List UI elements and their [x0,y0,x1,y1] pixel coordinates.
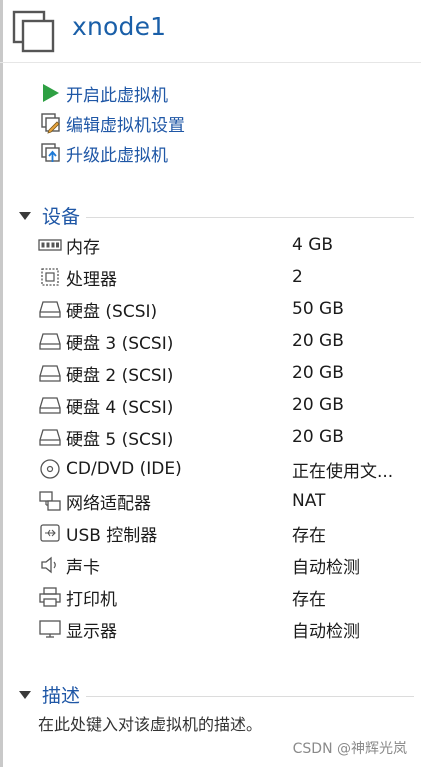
devices-section-title: 设备 [42,206,81,228]
printer-icon [39,587,61,607]
memory-icon [38,239,62,251]
device-name: USB 控制器 [66,525,158,546]
description-section-header[interactable]: 描述 [18,681,414,708]
device-name: 打印机 [66,589,117,610]
upgrade-vm-label: 升级此虚拟机 [66,145,168,166]
play-icon [43,84,59,102]
device-row-display[interactable]: 显示器 自动检测 [38,613,418,645]
device-row-printer[interactable]: 打印机 存在 [38,581,418,613]
speaker-icon [41,556,56,574]
device-row-network-adapter[interactable]: 网络适配器 NAT [38,485,418,517]
device-name: 硬盘 2 (SCSI) [66,365,174,386]
device-row-cd-dvd[interactable]: CD/DVD (IDE) 正在使用文... [38,453,418,485]
upgrade-icon [41,143,60,162]
harddisk-icon [39,333,61,350]
device-name: 网络适配器 [66,493,151,514]
device-value: 正在使用文... [292,461,394,482]
device-row-harddisk-4[interactable]: 硬盘 4 (SCSI) 20 GB [38,389,418,421]
device-name: 声卡 [66,557,100,578]
device-name: 显示器 [66,621,117,642]
vm-actions: 开启此虚拟机 编辑虚拟机设置 升级此虚拟机 [40,78,185,168]
harddisk-icon [39,429,61,446]
device-name: 硬盘 3 (SCSI) [66,333,174,354]
vm-name-title: xnode1 [72,12,167,41]
devices-section-header[interactable]: 设备 [18,202,414,229]
device-name: 硬盘 (SCSI) [66,301,158,322]
harddisk-icon [39,365,61,382]
device-value: 20 GB [292,395,344,415]
device-row-usb-controller[interactable]: USB 控制器 存在 [38,517,418,549]
collapse-triangle-icon [19,211,31,220]
device-list: 内存 4 GB 处理器 2 硬盘 (SCSI) 50 GB 硬盘 3 (SCSI… [38,229,418,645]
upgrade-vm-link[interactable]: 升级此虚拟机 [40,138,185,168]
device-name: 硬盘 4 (SCSI) [66,397,174,418]
device-row-harddisk-5[interactable]: 硬盘 5 (SCSI) 20 GB [38,421,418,453]
description-placeholder[interactable]: 在此处键入对该虚拟机的描述。 [38,711,262,735]
device-row-harddisk-2[interactable]: 硬盘 2 (SCSI) 20 GB [38,357,418,389]
edit-settings-icon [41,113,60,134]
usb-icon [40,524,60,542]
device-name: 硬盘 5 (SCSI) [66,429,174,450]
device-value: 20 GB [292,331,344,351]
window-left-border [0,0,3,767]
device-value: 50 GB [292,299,344,319]
device-value: 20 GB [292,427,344,447]
device-value: 存在 [292,589,326,610]
device-name: 处理器 [66,269,117,290]
monitor-icon [39,620,61,638]
device-value: 4 GB [292,235,334,255]
section-divider [86,217,414,218]
description-section-title: 描述 [42,685,81,707]
cd-dvd-icon [40,459,60,479]
collapse-triangle-icon [19,690,31,699]
device-value: NAT [292,491,326,511]
processor-icon [41,268,59,286]
device-name: 内存 [66,237,100,258]
power-on-vm-label: 开启此虚拟机 [66,85,168,106]
device-row-harddisk-3[interactable]: 硬盘 3 (SCSI) 20 GB [38,325,418,357]
device-value: 2 [292,267,303,287]
device-row-processor[interactable]: 处理器 2 [38,261,418,293]
harddisk-icon [39,397,61,414]
power-on-vm-link[interactable]: 开启此虚拟机 [40,78,185,108]
virtual-machine-icon [12,10,55,53]
device-row-memory[interactable]: 内存 4 GB [38,229,418,261]
edit-vm-settings-link[interactable]: 编辑虚拟机设置 [40,108,185,138]
device-row-sound-card[interactable]: 声卡 自动检测 [38,549,418,581]
device-value: 20 GB [292,363,344,383]
network-adapter-icon [39,491,61,511]
device-name: CD/DVD (IDE) [66,459,182,479]
device-value: 自动检测 [292,557,360,578]
harddisk-icon [39,301,61,318]
device-value: 自动检测 [292,621,360,642]
edit-vm-settings-label: 编辑虚拟机设置 [66,115,185,136]
device-row-harddisk[interactable]: 硬盘 (SCSI) 50 GB [38,293,418,325]
vm-header: xnode1 [0,0,421,63]
section-divider [86,696,414,697]
watermark: CSDN @神辉光岚 [292,741,407,757]
device-value: 存在 [292,525,326,546]
